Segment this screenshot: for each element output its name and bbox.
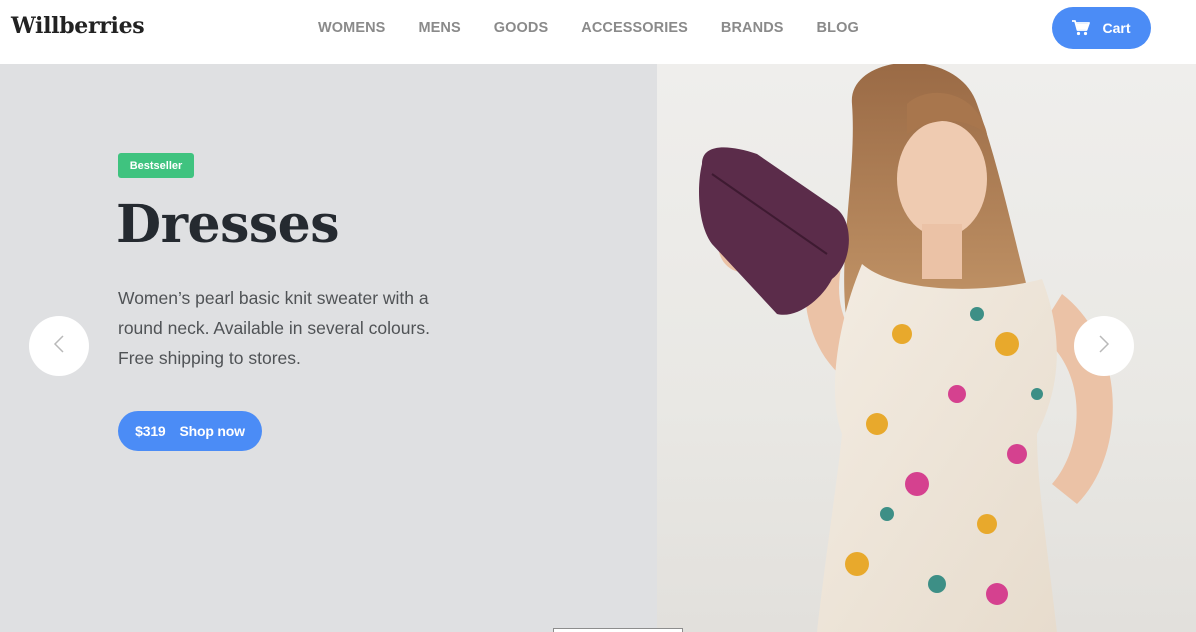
price-label: $319 bbox=[135, 423, 166, 439]
chevron-left-icon bbox=[53, 334, 65, 359]
bestseller-badge: Bestseller bbox=[118, 153, 194, 178]
cart-button[interactable]: Cart bbox=[1052, 7, 1151, 49]
shop-now-label: Shop now bbox=[179, 423, 245, 439]
slider-next-button[interactable] bbox=[1074, 316, 1134, 376]
slide-title: Dresses bbox=[116, 194, 339, 255]
slider-prev-button[interactable] bbox=[29, 316, 89, 376]
hero-slider: Bestseller Dresses Women’s pearl basic k… bbox=[0, 64, 1196, 632]
nav-item-brands[interactable]: BRANDS bbox=[721, 20, 784, 36]
slide-description: Women’s pearl basic knit sweater with a … bbox=[118, 288, 430, 368]
chevron-right-icon bbox=[1098, 334, 1110, 359]
slider-pagination[interactable] bbox=[553, 628, 683, 632]
nav-item-accessories[interactable]: ACCESSORIES bbox=[581, 20, 688, 36]
shop-now-button[interactable]: $319 Shop now bbox=[118, 411, 262, 451]
cart-label: Cart bbox=[1102, 20, 1131, 36]
nav-item-blog[interactable]: BLOG bbox=[817, 20, 859, 36]
logo[interactable]: Willberries bbox=[11, 13, 145, 39]
site-header: Willberries WOMENS MENS GOODS ACCESSORIE… bbox=[0, 0, 1196, 64]
main-nav: WOMENS MENS GOODS ACCESSORIES BRANDS BLO… bbox=[318, 20, 892, 36]
slide-content: Bestseller Dresses Women’s pearl basic k… bbox=[0, 64, 657, 632]
nav-item-womens[interactable]: WOMENS bbox=[318, 20, 385, 36]
nav-item-goods[interactable]: GOODS bbox=[494, 20, 548, 36]
shopping-cart-icon bbox=[1072, 20, 1091, 36]
nav-item-mens[interactable]: MENS bbox=[418, 20, 460, 36]
